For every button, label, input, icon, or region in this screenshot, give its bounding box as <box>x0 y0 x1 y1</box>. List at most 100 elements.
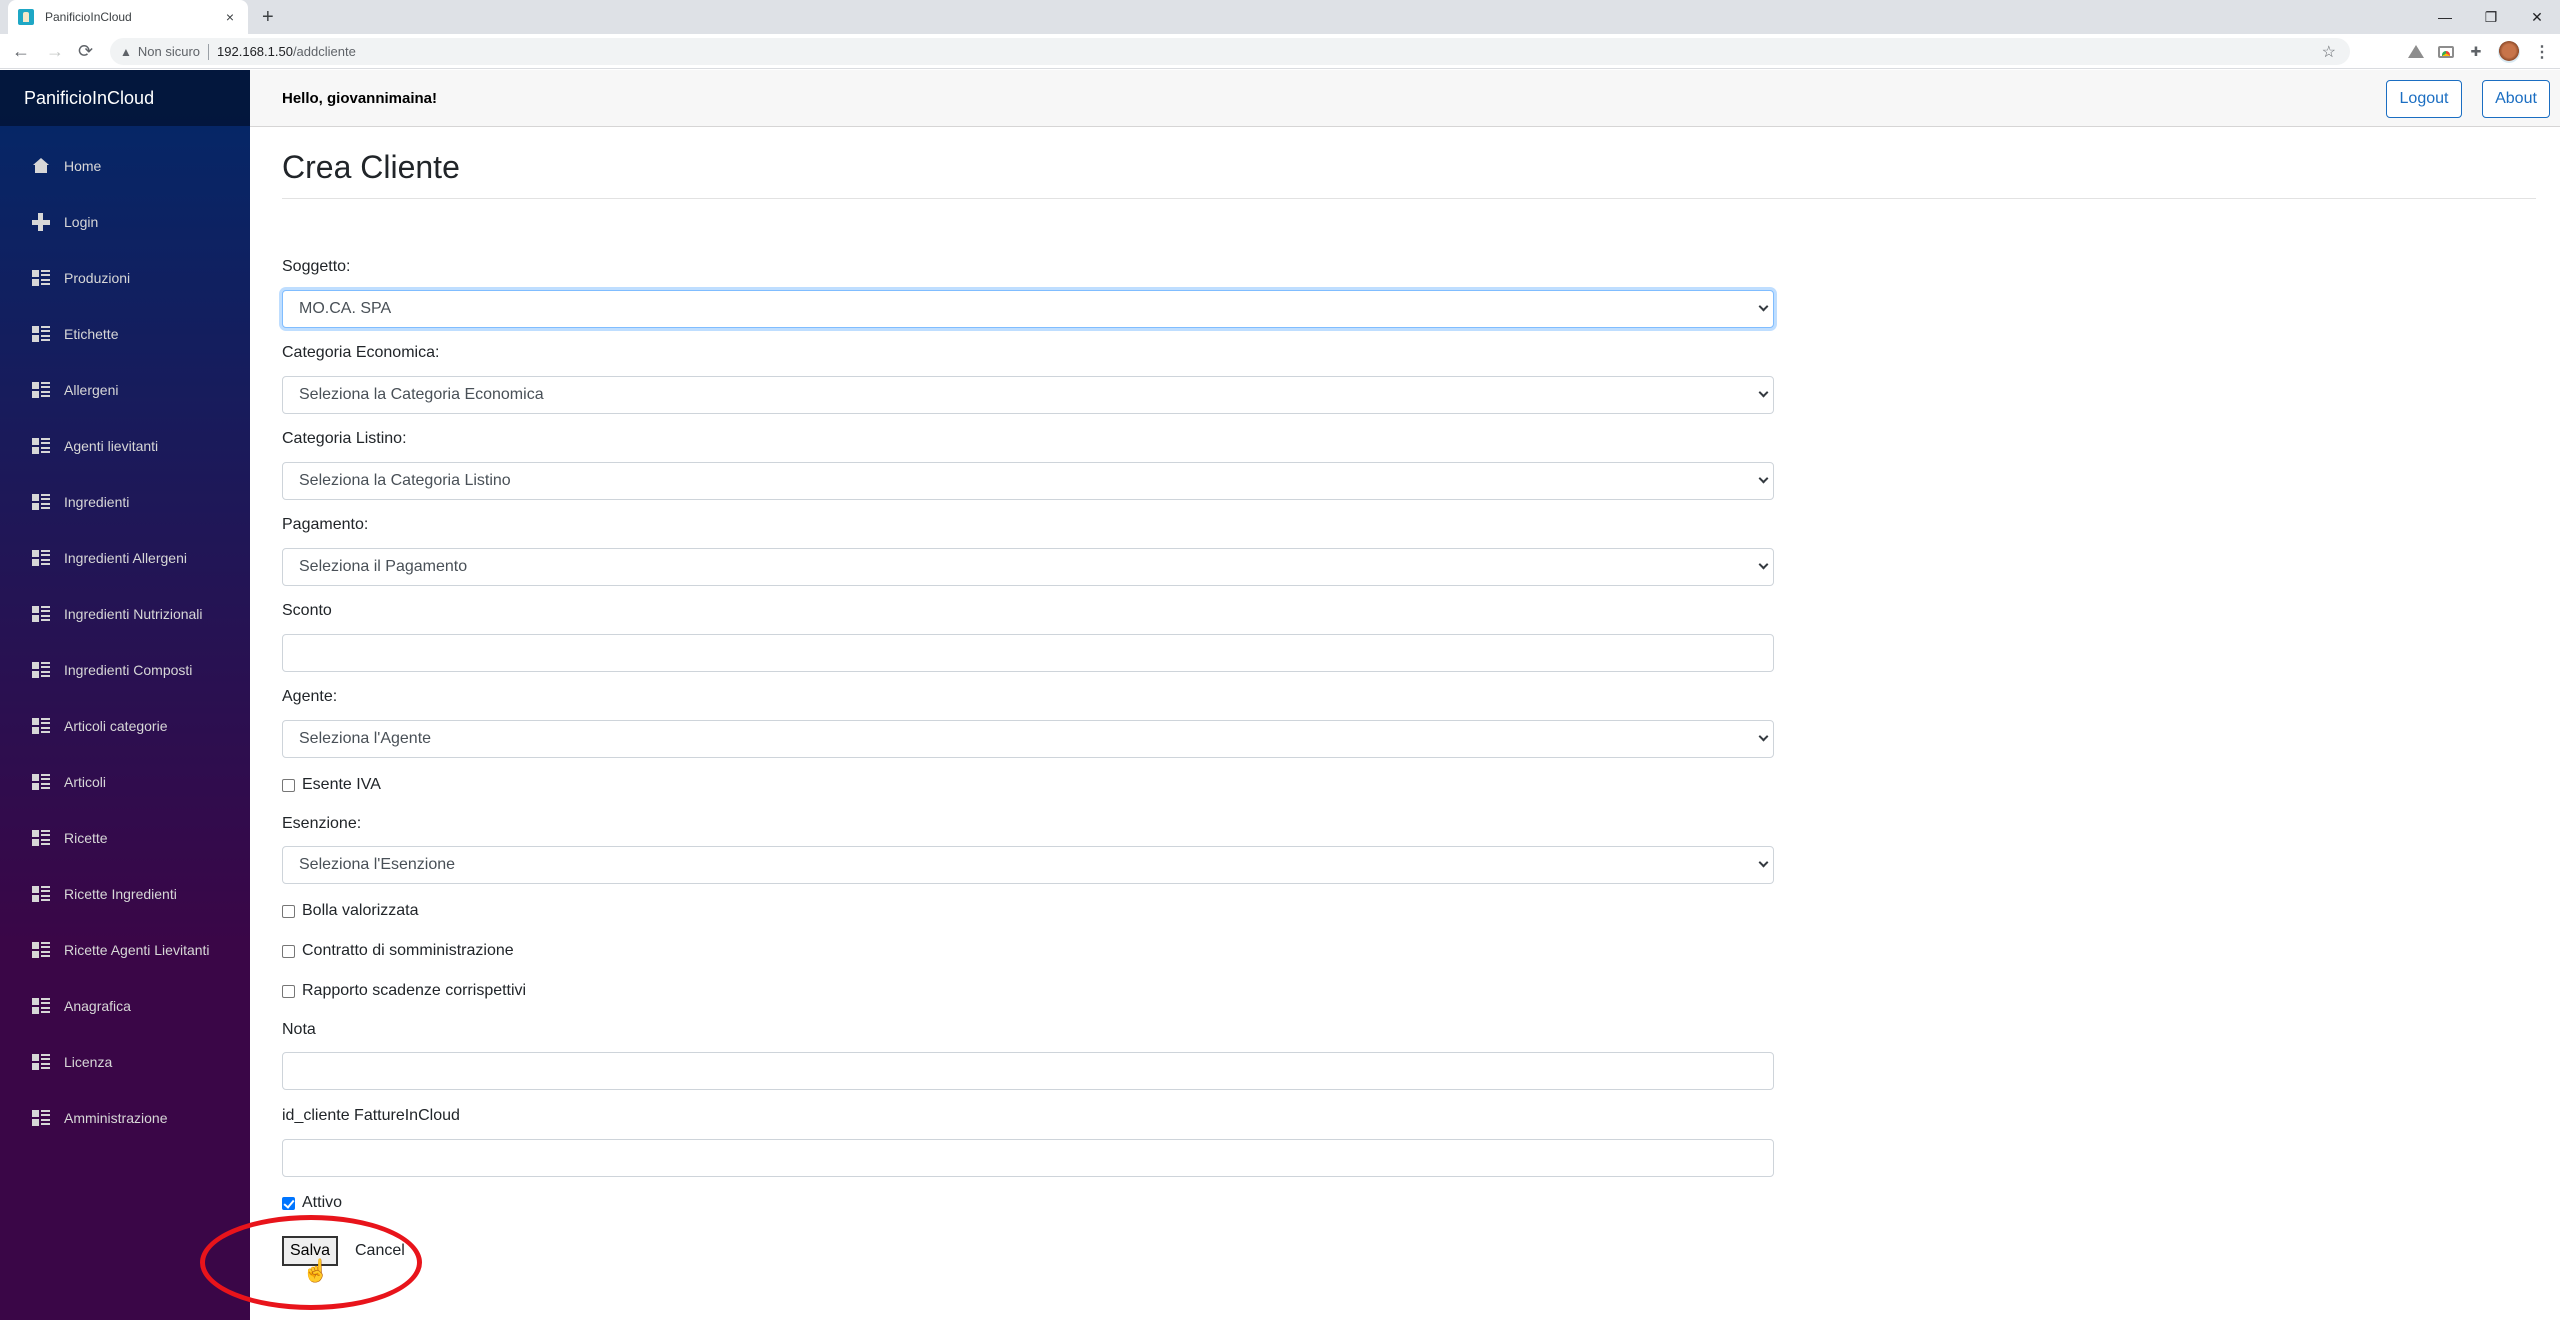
about-button[interactable]: About <box>2482 80 2550 118</box>
attivo-row: Attivo <box>282 1194 342 1212</box>
pagamento-value: Seleziona il Pagamento <box>299 558 468 575</box>
plus-icon <box>32 213 50 231</box>
sidebar-item-ricette-agenti-lievitanti[interactable]: Ricette Agenti Lievitanti <box>0 922 250 978</box>
bolla-valorizzata-label: Bolla valorizzata <box>302 902 419 919</box>
list-icon <box>32 606 50 622</box>
list-icon <box>32 270 50 286</box>
back-button[interactable]: ← <box>12 41 30 61</box>
cancel-link[interactable]: Cancel <box>355 1242 405 1260</box>
list-icon <box>32 438 50 454</box>
cast-extension-icon[interactable] <box>2438 44 2454 60</box>
chevron-down-icon <box>1758 301 1769 312</box>
sconto-label: Sconto <box>282 602 332 619</box>
sconto-input[interactable] <box>282 634 1774 672</box>
sidebar-item-label: Licenza <box>64 1054 113 1070</box>
esente-iva-row: Esente IVA <box>282 776 381 794</box>
sidebar-item-label: Ricette <box>64 830 108 846</box>
list-icon <box>32 718 50 734</box>
sidebar-item-amministrazione[interactable]: Amministrazione <box>0 1090 250 1146</box>
sidebar-item-anagrafica[interactable]: Anagrafica <box>0 978 250 1034</box>
bolla-valorizzata-row: Bolla valorizzata <box>282 902 419 920</box>
chevron-down-icon <box>1758 473 1769 484</box>
contratto-somministrazione-checkbox[interactable] <box>282 944 295 958</box>
agente-select[interactable]: Seleziona l'Agente <box>282 720 1774 758</box>
list-icon <box>32 942 50 958</box>
nota-input[interactable] <box>282 1052 1774 1090</box>
close-tab-icon[interactable]: × <box>222 9 238 25</box>
esenzione-value: Seleziona l'Esenzione <box>299 856 456 873</box>
logout-button[interactable]: Logout <box>2386 80 2462 118</box>
sidebar-item-label: Produzioni <box>64 270 131 286</box>
browser-tab[interactable]: PanificioInCloud × <box>8 0 248 34</box>
bolla-valorizzata-checkbox[interactable] <box>282 904 295 918</box>
pagamento-select[interactable]: Seleziona il Pagamento <box>282 548 1774 586</box>
chevron-down-icon <box>1758 559 1769 570</box>
window-controls: — ❐ ✕ <box>2422 0 2560 34</box>
sidebar-item-ingredienti-composti[interactable]: Ingredienti Composti <box>0 642 250 698</box>
rapporto-scadenze-checkbox[interactable] <box>282 984 295 998</box>
extensions-puzzle-icon[interactable]: ✚ <box>2468 44 2484 60</box>
new-tab-button[interactable]: + <box>262 6 274 28</box>
list-icon <box>32 774 50 790</box>
minimize-button[interactable]: — <box>2422 0 2468 34</box>
favicon-icon <box>18 9 34 25</box>
sidebar-item-login[interactable]: Login <box>0 194 250 250</box>
sidebar-item-label: Home <box>64 158 102 174</box>
sidebar-item-label: Etichette <box>64 326 119 342</box>
home-icon <box>32 158 50 174</box>
bookmark-star-icon[interactable]: ☆ <box>2322 42 2336 62</box>
id-cliente-input[interactable] <box>282 1139 1774 1177</box>
sidebar-item-label: Agenti lievitanti <box>64 438 159 454</box>
categoria-economica-select[interactable]: Seleziona la Categoria Economica <box>282 376 1774 414</box>
security-label[interactable]: Non sicuro <box>138 44 200 59</box>
categoria-economica-value: Seleziona la Categoria Economica <box>299 386 544 403</box>
sidebar-item-ingredienti-nutrizionali[interactable]: Ingredienti Nutrizionali <box>0 586 250 642</box>
sidebar-item-allergeni[interactable]: Allergeni <box>0 362 250 418</box>
close-window-button[interactable]: ✕ <box>2514 0 2560 34</box>
soggetto-select[interactable]: MO.CA. SPA <box>282 290 1774 328</box>
sidebar-item-home[interactable]: Home <box>0 138 250 194</box>
list-icon <box>32 382 50 398</box>
sidebar-item-articoli-categorie[interactable]: Articoli categorie <box>0 698 250 754</box>
pagamento-label: Pagamento: <box>282 516 369 533</box>
google-drive-extension-icon[interactable] <box>2408 44 2424 60</box>
esente-iva-checkbox[interactable] <box>282 778 295 792</box>
sidebar-item-ingredienti-allergeni[interactable]: Ingredienti Allergeni <box>0 530 250 586</box>
top-header: Hello, giovannimaina! Logout About <box>250 70 2560 127</box>
sidebar-item-agenti-lievitanti[interactable]: Agenti lievitanti <box>0 418 250 474</box>
sidebar-item-label: Ingredienti Allergeni <box>64 550 187 566</box>
list-icon <box>32 1054 50 1070</box>
categoria-listino-select[interactable]: Seleziona la Categoria Listino <box>282 462 1774 500</box>
save-button[interactable]: Salva <box>282 1236 339 1266</box>
list-icon <box>32 662 50 678</box>
sidebar-item-articoli[interactable]: Articoli <box>0 754 250 810</box>
sidebar-item-label: Articoli <box>64 774 107 790</box>
rapporto-scadenze-label: Rapporto scadenze corrispettivi <box>302 982 527 999</box>
profile-avatar[interactable] <box>2498 40 2520 63</box>
reload-button[interactable]: ⟳ <box>78 41 93 61</box>
restore-button[interactable]: ❐ <box>2468 0 2514 34</box>
esenzione-select[interactable]: Seleziona l'Esenzione <box>282 846 1774 884</box>
contratto-somministrazione-label: Contratto di somministrazione <box>302 942 514 959</box>
categoria-listino-label: Categoria Listino: <box>282 430 407 447</box>
forward-button[interactable]: → <box>46 41 64 61</box>
sidebar-item-licenza[interactable]: Licenza <box>0 1034 250 1090</box>
sidebar-item-label: Ingredienti <box>64 494 130 510</box>
attivo-checkbox[interactable] <box>282 1196 295 1210</box>
extensions-area: ✚ ⋮ <box>2408 34 2560 69</box>
address-bar[interactable]: ▲ Non sicuro 192.168.1.50/addcliente ☆ <box>110 38 2350 65</box>
sidebar-item-etichette[interactable]: Etichette <box>0 306 250 362</box>
sidebar-item-produzioni[interactable]: Produzioni <box>0 250 250 306</box>
sidebar-item-ricette[interactable]: Ricette <box>0 810 250 866</box>
categoria-listino-value: Seleziona la Categoria Listino <box>299 472 511 489</box>
sidebar-item-ricette-ingredienti[interactable]: Ricette Ingredienti <box>0 866 250 922</box>
url-host: 192.168.1.50 <box>217 44 293 59</box>
sidebar-item-ingredienti[interactable]: Ingredienti <box>0 474 250 530</box>
brand-logo[interactable]: PanificioInCloud <box>0 70 250 126</box>
browser-menu-icon[interactable]: ⋮ <box>2534 42 2550 62</box>
url-text[interactable]: 192.168.1.50/addcliente <box>217 44 356 59</box>
attivo-label: Attivo <box>302 1194 343 1211</box>
sidebar-item-label: Articoli categorie <box>64 718 168 734</box>
agente-value: Seleziona l'Agente <box>299 730 432 747</box>
list-icon <box>32 1110 50 1126</box>
